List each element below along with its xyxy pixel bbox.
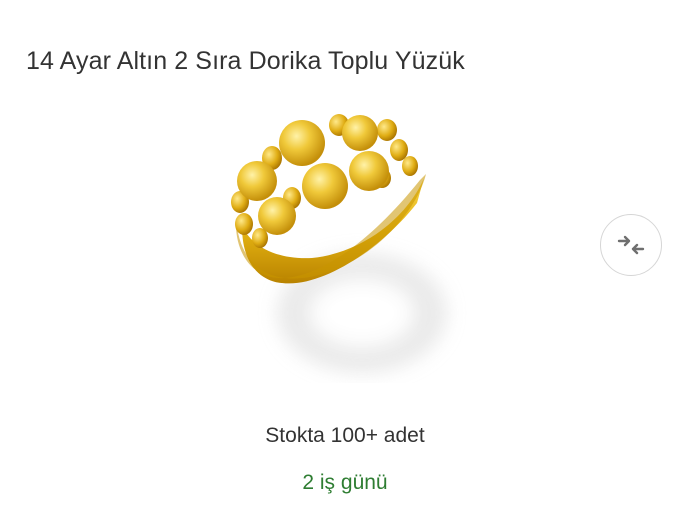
product-title: 14 Ayar Altın 2 Sıra Dorika Toplu Yüzük (26, 47, 465, 75)
compare-arrows-icon (617, 235, 645, 255)
gold-ring-image (231, 114, 447, 373)
compare-button[interactable] (600, 214, 662, 276)
product-image[interactable] (212, 108, 474, 383)
stock-status: Stokta 100+ adet (265, 424, 425, 447)
delivery-time: 2 iş günü (302, 471, 388, 494)
